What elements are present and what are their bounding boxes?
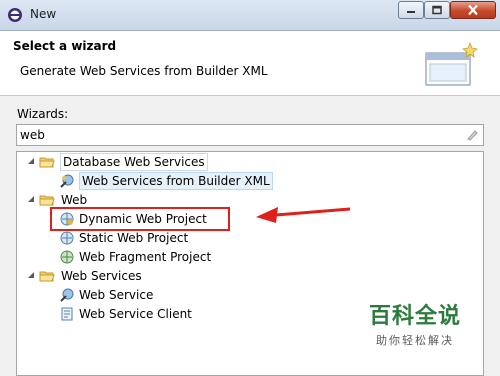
watermark-subtitle: 助你轻松解决 bbox=[376, 334, 454, 347]
annotation-arrow-icon bbox=[256, 207, 351, 223]
page-description: Generate Web Services from Builder XML bbox=[20, 64, 268, 78]
wizards-label-text: Wizards: bbox=[17, 107, 69, 121]
tree-item-database-web-services[interactable]: Database Web Services bbox=[17, 153, 483, 171]
tree-label: Web Services from Builder XML bbox=[79, 172, 273, 190]
tree-item-static-web-project[interactable]: Static Web Project bbox=[17, 229, 483, 247]
wizard-filter-field[interactable] bbox=[16, 124, 484, 146]
tree-label: Web Fragment Project bbox=[79, 250, 212, 264]
wizard-banner-icon bbox=[425, 41, 478, 86]
annotation-highlight-box bbox=[50, 207, 230, 231]
watermark-title: 百科全说 bbox=[368, 304, 461, 329]
minimize-button[interactable] bbox=[398, 1, 424, 19]
filter-input[interactable] bbox=[20, 128, 460, 142]
tree-label: Database Web Services bbox=[60, 153, 208, 171]
web-fragment-project-icon bbox=[60, 250, 74, 264]
maximize-button[interactable] bbox=[424, 1, 450, 19]
web-service-client-icon bbox=[61, 307, 73, 321]
tree-item-web-services-from-builder-xml[interactable]: Web Services from Builder XML bbox=[17, 172, 483, 190]
collapse-arrow-icon[interactable] bbox=[27, 157, 36, 166]
window-title: New bbox=[30, 7, 57, 21]
collapse-arrow-icon[interactable] bbox=[27, 195, 36, 204]
eclipse-icon bbox=[8, 8, 22, 22]
wizards-label: Wizards: bbox=[17, 107, 68, 121]
close-icon bbox=[468, 4, 478, 16]
tree-label: Web Service bbox=[79, 288, 154, 302]
web-service-icon bbox=[60, 288, 74, 302]
wizard-header: Select a wizard Generate Web Services fr… bbox=[0, 31, 500, 96]
page-title: Select a wizard bbox=[13, 39, 117, 53]
tree-label: Static Web Project bbox=[79, 231, 189, 245]
new-wizard-dialog: New Select a wizard Generate Web Service… bbox=[0, 0, 500, 376]
maximize-icon bbox=[432, 5, 442, 15]
close-button[interactable] bbox=[450, 1, 496, 19]
tree-item-web-fragment-project[interactable]: Web Fragment Project bbox=[17, 248, 483, 266]
web-service-icon bbox=[60, 174, 74, 188]
title-bar[interactable]: New bbox=[0, 0, 500, 31]
minimize-icon bbox=[407, 11, 415, 13]
clear-filter-icon[interactable] bbox=[465, 128, 479, 142]
folder-icon bbox=[39, 271, 55, 282]
folder-icon bbox=[39, 195, 55, 206]
static-web-project-icon bbox=[60, 231, 74, 245]
watermark: 百科全说 助你轻松解决 bbox=[360, 298, 470, 358]
tree-item-web-services[interactable]: Web Services bbox=[17, 267, 483, 285]
folder-icon bbox=[39, 157, 55, 168]
collapse-arrow-icon[interactable] bbox=[27, 271, 36, 280]
tree-label: Web Service Client bbox=[79, 307, 192, 321]
tree-label: Web Services bbox=[61, 269, 142, 283]
